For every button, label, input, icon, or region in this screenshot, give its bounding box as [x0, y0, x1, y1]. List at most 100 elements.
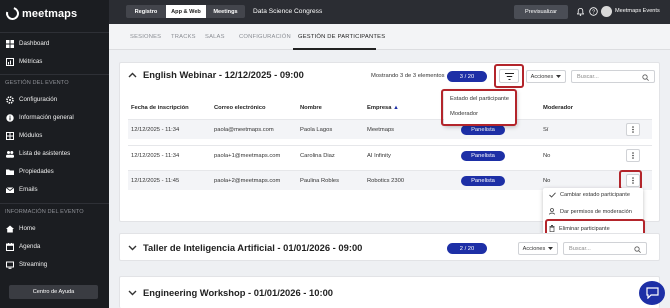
caret-down-icon	[548, 247, 554, 250]
brand-logo[interactable]: meetmaps	[3, 4, 77, 23]
bell-icon[interactable]	[577, 8, 584, 16]
search-placeholder: Buscar...	[577, 73, 599, 80]
column-header-name[interactable]: Nombre	[300, 105, 322, 111]
gear-icon	[6, 95, 14, 104]
cell-date: 12/12/2025 - 11:34	[131, 127, 180, 133]
sidebar-item-home[interactable]: Home	[6, 223, 36, 234]
menu-item-label: Cambiar estado participante	[560, 192, 630, 198]
role-badge: Panelista	[461, 125, 505, 135]
segment-registro[interactable]: Registro	[126, 5, 166, 18]
cell-date: 12/12/2025 - 11:45	[131, 178, 180, 184]
actions-label: Acciones	[522, 245, 546, 252]
help-center-button[interactable]: Centro de Ayuda	[9, 285, 98, 299]
help-icon[interactable]: ?	[589, 7, 598, 16]
cell-company: AI Infinity	[367, 153, 391, 159]
actions-dropdown[interactable]: Acciones	[526, 70, 566, 83]
search-icon	[634, 246, 641, 253]
people-icon	[6, 150, 14, 158]
sidebar-item-label: Agenda	[19, 243, 41, 250]
sidebar-divider	[0, 32, 109, 33]
role-badge: Panelista	[461, 151, 505, 161]
top-bar: Registro App & Web Meetings Data Science…	[109, 0, 670, 24]
tab-gestion-participantes[interactable]: GESTIÓN DE PARTICIPANTES	[298, 34, 385, 40]
highlight-filter-menu	[441, 89, 517, 126]
caret-down-icon	[556, 75, 562, 78]
table-row: 12/12/2025 - 11:45 paola+2@meetmaps.com …	[128, 170, 652, 190]
tab-sesiones[interactable]: SESIONES	[130, 34, 161, 40]
actions-label: Acciones	[530, 73, 554, 80]
table-row: 12/12/2025 - 11:34 paola+1@meetmaps.com …	[128, 145, 652, 165]
chevron-up-icon[interactable]	[128, 72, 137, 78]
sidebar-item-propiedades[interactable]: Propiedades	[6, 166, 54, 177]
cell-name: Paola Lagos	[300, 127, 333, 133]
participants-count-badge: 3 / 20	[447, 71, 487, 82]
active-tab-indicator	[293, 48, 376, 50]
cell-name: Carolina Diaz	[300, 153, 335, 159]
sidebar-item-label: Información general	[19, 114, 74, 121]
mail-icon	[6, 186, 14, 193]
tv-icon	[6, 261, 14, 269]
avatar[interactable]	[601, 6, 612, 17]
chat-button[interactable]	[639, 281, 665, 305]
sidebar-item-modulos[interactable]: Módulos	[6, 130, 42, 141]
sidebar: meetmaps Dashboard Métricas GESTIÓN DEL …	[0, 0, 109, 308]
chevron-down-icon[interactable]	[128, 290, 137, 296]
column-header-email[interactable]: Correo electrónico	[214, 105, 266, 111]
session-title: English Webinar - 12/12/2025 - 09:00	[143, 69, 304, 80]
search-input[interactable]: Buscar...	[563, 242, 647, 255]
svg-text:?: ?	[592, 9, 595, 15]
sidebar-item-emails[interactable]: Emails	[6, 184, 38, 195]
sidebar-item-streaming[interactable]: Streaming	[6, 259, 47, 270]
sidebar-item-label: Módulos	[19, 132, 43, 139]
sidebar-item-label: Home	[19, 225, 36, 232]
row-menu-button[interactable]	[626, 123, 640, 136]
tab-salas[interactable]: SALAS	[205, 34, 225, 40]
segment-meetings[interactable]: Meetings	[206, 5, 245, 18]
chat-bubble-icon	[645, 287, 659, 299]
sidebar-item-label: Configuración	[19, 96, 58, 103]
highlight-filter-button	[494, 64, 524, 88]
sidebar-item-configuracion[interactable]: Configuración	[6, 94, 57, 105]
session-card: Taller de Inteligencia Artificial - 01/0…	[119, 233, 660, 261]
account-name[interactable]: Meetmaps Events	[615, 8, 660, 14]
tab-tracks[interactable]: TRACKS	[171, 34, 196, 40]
tab-bar: SESIONES TRACKS SALAS CONFIGURACIÓN GEST…	[109, 24, 670, 50]
column-header-company[interactable]: Empresa ▲	[367, 105, 399, 111]
row-menu-button[interactable]	[626, 149, 640, 162]
sort-up-icon: ▲	[393, 105, 399, 111]
tab-configuracion[interactable]: CONFIGURACIÓN	[239, 34, 291, 40]
column-header-date[interactable]: Fecha de inscripción	[131, 105, 189, 111]
highlight-row-menu-button	[619, 170, 642, 190]
cell-moderator: No	[543, 178, 551, 184]
sidebar-divider	[0, 74, 109, 75]
user-edit-icon	[549, 208, 555, 215]
session-title: Engineering Workshop - 01/01/2026 - 10:0…	[143, 287, 333, 298]
sidebar-item-dashboard[interactable]: Dashboard	[6, 38, 49, 49]
cell-moderator: Sí	[543, 127, 549, 133]
sidebar-item-label: Propiedades	[19, 168, 54, 175]
menu-item-moderator-permissions[interactable]: Dar permisos de moderación	[549, 208, 632, 215]
segment-app-web[interactable]: App & Web	[166, 5, 206, 18]
menu-item-change-status[interactable]: Cambiar estado participante	[549, 192, 630, 198]
chevron-down-icon[interactable]	[128, 245, 137, 251]
cell-date: 12/12/2025 - 11:34	[131, 153, 180, 159]
cell-company: Meetmaps	[367, 127, 395, 133]
event-title: Data Science Congress	[253, 8, 323, 15]
preview-button[interactable]: Previsualizar	[514, 5, 568, 19]
search-input[interactable]: Buscar...	[571, 70, 655, 83]
dashboard-icon	[6, 39, 14, 48]
column-header-moderator[interactable]: Moderador	[543, 105, 573, 111]
sidebar-item-informacion-general[interactable]: Información general	[6, 112, 74, 123]
sidebar-item-lista-asistentes[interactable]: Lista de asistentes	[6, 148, 70, 159]
folder-icon	[6, 169, 14, 175]
sidebar-item-label: Lista de asistentes	[19, 150, 71, 157]
sidebar-item-metricas[interactable]: Métricas	[6, 56, 42, 67]
cell-email: paola@meetmaps.com	[214, 127, 274, 133]
showing-count: Mostrando 3 de 3 elementos	[371, 73, 445, 79]
sidebar-item-agenda[interactable]: Agenda	[6, 241, 40, 252]
sidebar-section-info: INFORMACIÓN DEL EVENTO	[5, 209, 84, 215]
actions-dropdown[interactable]: Acciones	[518, 242, 558, 255]
column-header-label: Empresa	[367, 105, 392, 111]
cell-email: paola+2@meetmaps.com	[214, 178, 281, 184]
session-card: Engineering Workshop - 01/01/2026 - 10:0…	[119, 276, 660, 308]
